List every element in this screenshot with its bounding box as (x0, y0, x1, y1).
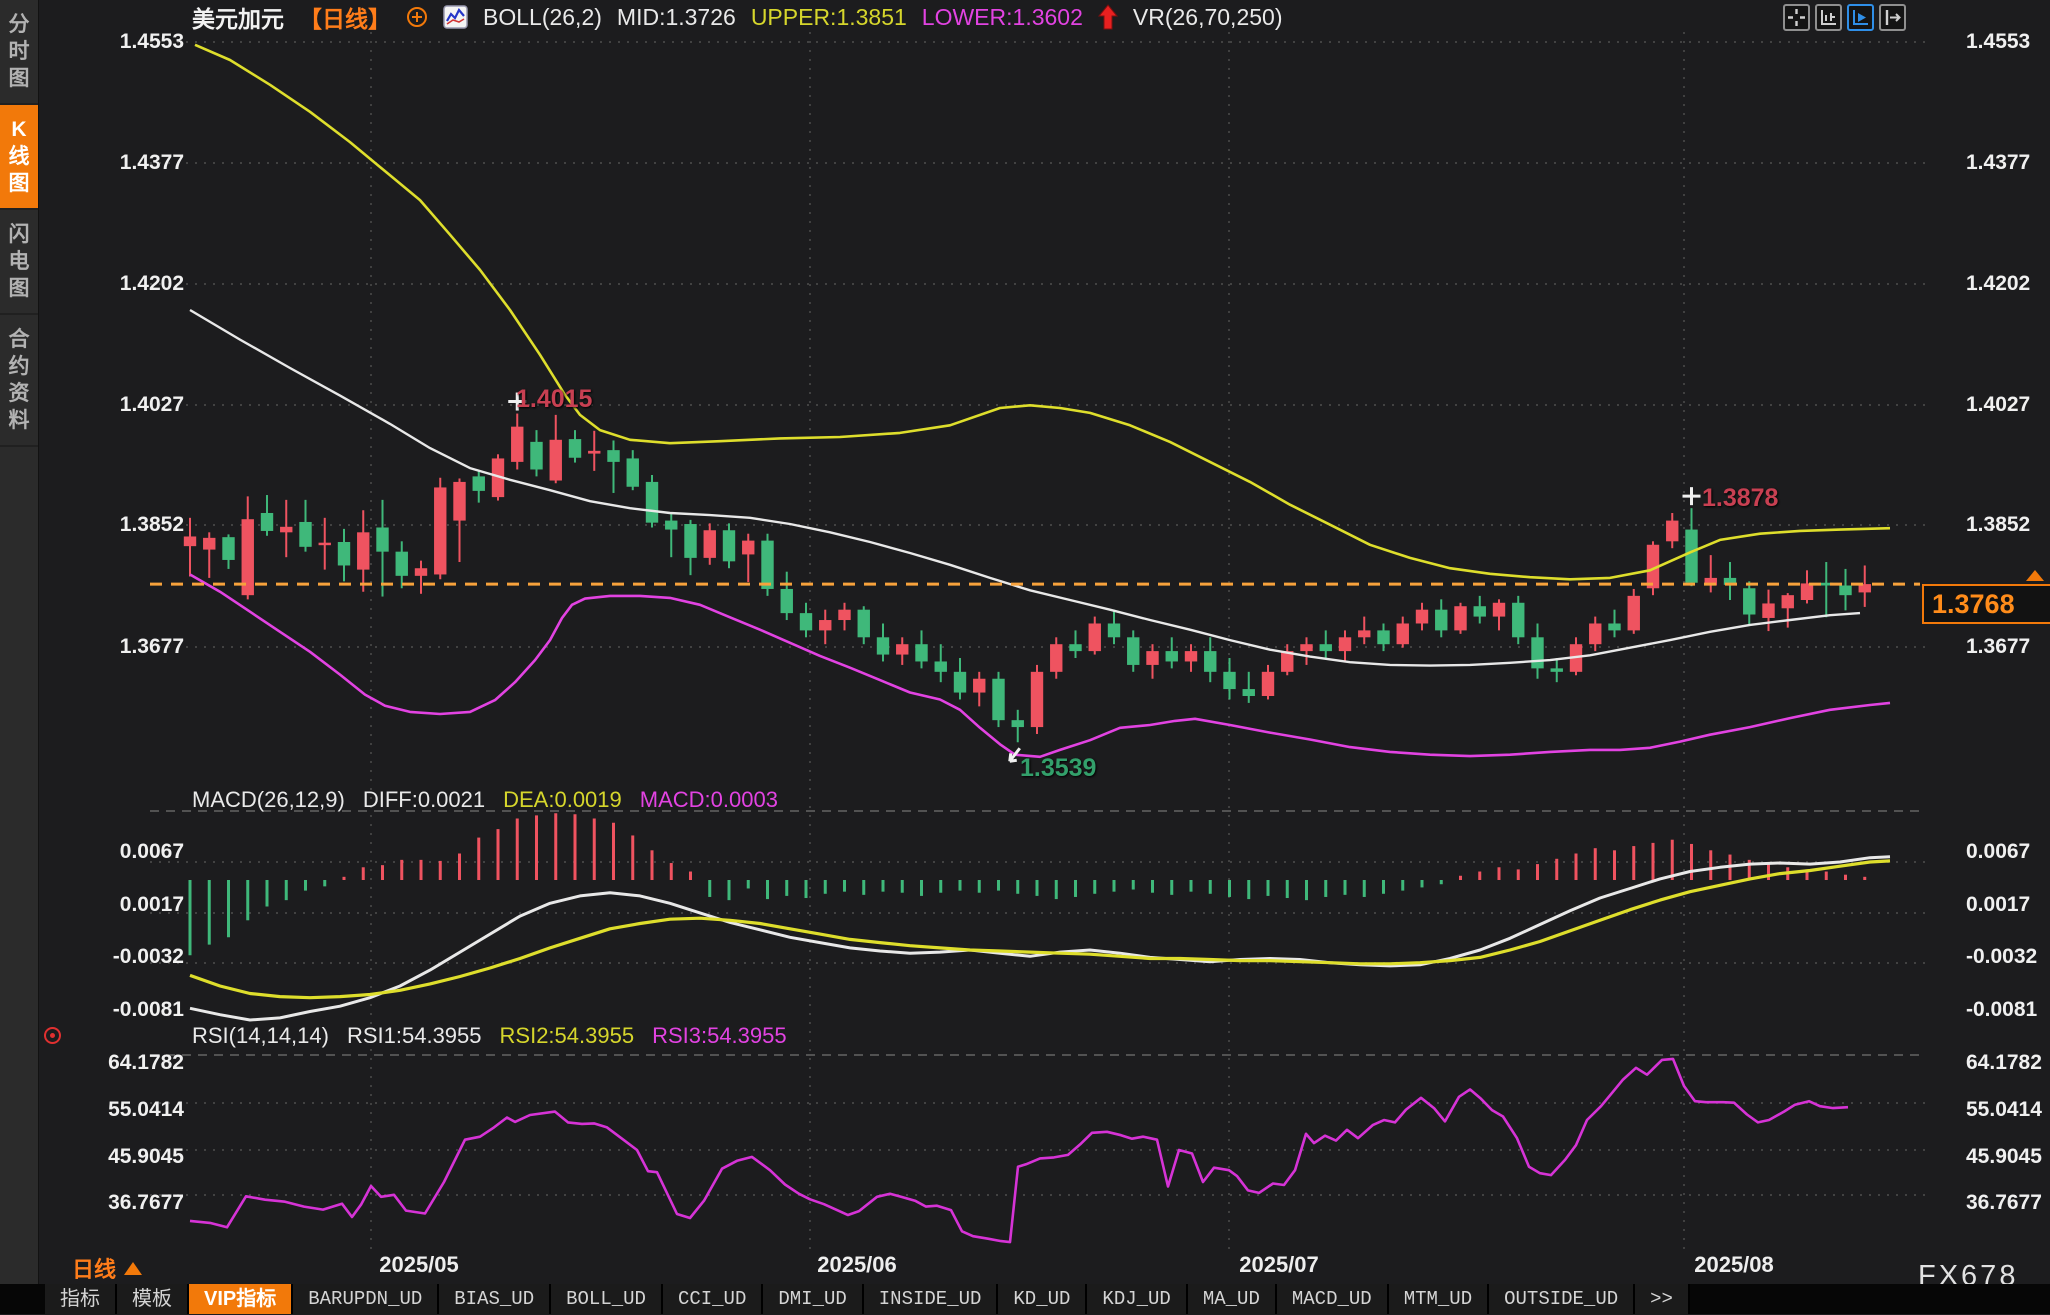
y-axis-label-main-right: 1.4553 (1966, 30, 2030, 54)
y-axis-label-main-left: 1.3677 (0, 635, 184, 659)
macd-header: MACD(26,12,9) DIFF:0.0021 DEA:0.0019 MAC… (192, 787, 778, 813)
indicator-tab-insideud[interactable]: INSIDE_UD (864, 1284, 999, 1314)
indicator-tab-dmiud[interactable]: DMI_UD (763, 1284, 863, 1314)
y-axis-label-rsi-left: 55.0414 (0, 1098, 184, 1122)
boll-lower-value: LOWER:1.3602 (922, 4, 1083, 31)
indicator-tab-vip[interactable]: VIP指标 (189, 1284, 293, 1314)
mini-chart-icon[interactable] (443, 5, 468, 29)
y-axis-label-macd-left: 0.0067 (0, 840, 184, 864)
annotation-high-2: 1.3878 (1702, 484, 1778, 513)
annotation-high-1: 1.4015 (516, 385, 592, 414)
y-axis-label-rsi-left: 64.1782 (0, 1051, 184, 1075)
y-axis-label-macd-left: 0.0017 (0, 893, 184, 917)
triangle-up-icon (124, 1262, 142, 1275)
x-axis-month-label: 2025/05 (379, 1252, 459, 1278)
axis-scale-icon[interactable] (1815, 4, 1842, 31)
indicator-tab-kdjud[interactable]: KDJ_UD (1087, 1284, 1187, 1314)
indicator-tab-cciud[interactable]: CCI_UD (663, 1284, 763, 1314)
indicator-tab-bollud[interactable]: BOLL_UD (551, 1284, 663, 1314)
y-axis-label-main-right: 1.4202 (1966, 272, 2030, 296)
boll-upper-value: UPPER:1.3851 (751, 4, 907, 31)
y-axis-label-main-right: 1.3852 (1966, 513, 2030, 537)
add-indicator-icon[interactable] (406, 6, 428, 28)
y-axis-label-macd-right: -0.0081 (1966, 998, 2037, 1022)
indicator-marker-icon[interactable] (44, 1027, 61, 1044)
axis-play-icon[interactable] (1847, 4, 1874, 31)
price-pointer-icon (2026, 570, 2044, 581)
period-selector-label: 日线 (72, 1252, 116, 1284)
x-axis-month-label: 2025/08 (1694, 1252, 1774, 1278)
indicator-tab-maud[interactable]: MA_UD (1188, 1284, 1277, 1314)
y-axis-label-main-right: 1.4377 (1966, 151, 2030, 175)
vr-label: VR(26,70,250) (1133, 4, 1283, 31)
indicator-tab-[interactable]: 模板 (117, 1284, 189, 1314)
y-axis-label-main-left: 1.3852 (0, 513, 184, 537)
chart-canvas[interactable] (0, 0, 2050, 1314)
y-axis-label-rsi-right: 55.0414 (1966, 1098, 2042, 1122)
indicator-tab-bar: 指标模板VIP指标BARUPDN_UDBIAS_UDBOLL_UDCCI_UDD… (0, 1284, 2050, 1314)
y-axis-label-rsi-right: 45.9045 (1966, 1145, 2042, 1169)
sidebar-item-contract-info[interactable]: 合约资料 (0, 315, 38, 447)
indicator-tab-barupdnud[interactable]: BARUPDN_UD (293, 1284, 439, 1314)
rsi1-value: RSI1:54.3955 (347, 1023, 482, 1049)
annotation-low-1: 1.3539 (1020, 754, 1096, 783)
x-axis-month-label: 2025/07 (1239, 1252, 1319, 1278)
indicator-tab-[interactable]: >> (1635, 1284, 1690, 1314)
y-axis-label-main-left: 1.4202 (0, 272, 184, 296)
rsi-name: RSI(14,14,14) (192, 1023, 329, 1049)
macd-name: MACD(26,12,9) (192, 787, 345, 813)
panel-toggle-icon[interactable] (1879, 4, 1906, 31)
pan-crosshair-icon[interactable] (1783, 4, 1810, 31)
rsi3-value: RSI3:54.3955 (652, 1023, 787, 1049)
y-axis-label-macd-left: -0.0032 (0, 945, 184, 969)
indicator-tab-[interactable]: 指标 (45, 1284, 117, 1314)
macd-dea-value: DEA:0.0019 (503, 787, 622, 813)
macd-diff-value: DIFF:0.0021 (363, 787, 485, 813)
y-axis-label-rsi-right: 36.7677 (1966, 1191, 2042, 1215)
symbol-title: 美元加元 (192, 0, 284, 34)
boll-mid-value: MID:1.3726 (617, 4, 736, 31)
macd-macd-value: MACD:0.0003 (640, 787, 778, 813)
period-selector[interactable]: 日线 (72, 1252, 142, 1284)
y-axis-label-rsi-right: 64.1782 (1966, 1051, 2042, 1075)
alert-up-arrow-icon (1098, 4, 1118, 30)
y-axis-label-rsi-left: 45.9045 (0, 1145, 184, 1169)
period-tag[interactable]: 【日线】 (299, 0, 391, 34)
y-axis-label-main-left: 1.4027 (0, 393, 184, 417)
x-axis-month-label: 2025/06 (817, 1252, 897, 1278)
y-axis-label-rsi-left: 36.7677 (0, 1191, 184, 1215)
indicator-tab-outsideud[interactable]: OUTSIDE_UD (1489, 1284, 1635, 1314)
y-axis-label-main-left: 1.4377 (0, 151, 184, 175)
indicator-tab-kdud[interactable]: KD_UD (998, 1284, 1087, 1314)
boll-label: BOLL(26,2) (483, 4, 602, 31)
chart-header: 美元加元 【日线】 BOLL(26,2) MID:1.3726 UPPER:1.… (192, 3, 1282, 31)
y-axis-label-macd-right: -0.0032 (1966, 945, 2037, 969)
y-axis-label-main-right: 1.3677 (1966, 635, 2030, 659)
indicator-tab-mtmud[interactable]: MTM_UD (1389, 1284, 1489, 1314)
sidebar-item-lightning-chart[interactable]: 闪电图 (0, 210, 38, 315)
current-price-box: 1.3768 (1922, 584, 2050, 624)
y-axis-label-macd-right: 0.0067 (1966, 840, 2030, 864)
y-axis-label-macd-left: -0.0081 (0, 998, 184, 1022)
indicator-tab-biasud[interactable]: BIAS_UD (439, 1284, 551, 1314)
chart-toolbar (1783, 4, 1906, 31)
y-axis-label-macd-right: 0.0017 (1966, 893, 2030, 917)
rsi2-value: RSI2:54.3955 (500, 1023, 635, 1049)
rsi-header: RSI(14,14,14) RSI1:54.3955 RSI2:54.3955 … (192, 1023, 787, 1049)
y-axis-label-main-left: 1.4553 (0, 30, 184, 54)
y-axis-label-main-right: 1.4027 (1966, 393, 2030, 417)
indicator-tab-macdud[interactable]: MACD_UD (1277, 1284, 1389, 1314)
